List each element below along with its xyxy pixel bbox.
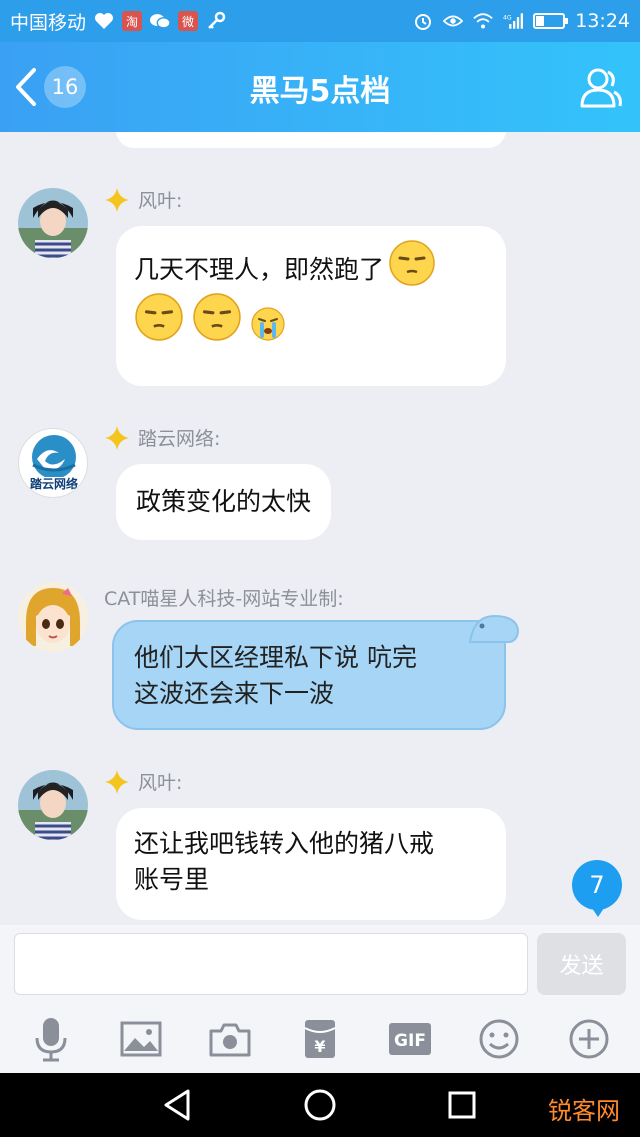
avatar[interactable] [18, 582, 88, 652]
smug-face-emoji-icon [193, 293, 241, 341]
message-input[interactable] [14, 933, 528, 995]
sender-row: CAT喵星人科技-网站专业制: [104, 584, 344, 611]
red-packet-icon[interactable]: ¥ [296, 1015, 344, 1063]
avatar[interactable] [18, 188, 88, 258]
message-bubble[interactable]: 还让我吧钱转入他的猪八戒 账号里 [116, 808, 506, 920]
message-bubble[interactable]: 政策变化的太快 [116, 464, 332, 540]
wechat-icon [150, 11, 171, 31]
smug-face-emoji-icon [135, 293, 183, 341]
app-notification-icon: 微 [178, 11, 199, 31]
image-icon[interactable] [117, 1015, 165, 1063]
system-nav-bar: 锐客网 [0, 1073, 640, 1137]
message-text-line: 账号里 [134, 865, 210, 894]
input-panel: 发送 ¥ GIF [0, 925, 640, 1073]
gif-icon[interactable]: GIF [386, 1015, 434, 1063]
signal-icon: 4G [503, 11, 524, 31]
group-members-icon [580, 68, 622, 108]
nav-back-icon[interactable] [160, 1087, 196, 1123]
sender-name: 风叶: [138, 772, 183, 794]
plus-icon[interactable] [565, 1015, 613, 1063]
message-text: 政策变化的太快 [136, 487, 312, 516]
smug-face-emoji-icon [389, 240, 435, 286]
carrier-label: 中国移动 [10, 11, 87, 34]
emoji-icon[interactable] [475, 1015, 523, 1063]
message-text-line: 他们大区经理私下说 吭完 [134, 643, 417, 672]
sender-row: 踏云网络: [104, 424, 220, 451]
message-bubble[interactable]: 几天不理人，即然跑了 [116, 226, 506, 386]
heart-pulse-icon [94, 11, 114, 31]
message-text-line: 还让我吧钱转入他的猪八戒 [134, 829, 435, 858]
avatar[interactable]: 踏云网络 [18, 428, 88, 498]
network-type-label: 4G [503, 14, 512, 21]
message-text-line: 这波还会来下一波 [134, 679, 335, 708]
red-packet-symbol: ¥ [314, 1037, 325, 1056]
new-messages-badge[interactable]: 7 [572, 860, 622, 917]
page-title: 黑马5点档 [249, 74, 391, 109]
sender-name: 风叶: [138, 190, 183, 212]
key-icon [206, 11, 226, 31]
eye-icon [443, 11, 464, 31]
alarm-icon [413, 11, 433, 31]
battery-icon [533, 13, 569, 29]
sender-name: CAT喵星人科技-网站专业制: [104, 588, 344, 610]
status-bar: 中国移动 淘 微 4G 13:24 [0, 0, 640, 42]
mic-icon[interactable] [27, 1015, 75, 1063]
bubble-cat-ear-icon [468, 614, 520, 643]
watermark-logo: 锐客网 [548, 1097, 620, 1125]
chat-header: 16 黑马5点档 [0, 42, 640, 132]
star-badge-icon [105, 425, 129, 450]
star-badge-icon [105, 187, 129, 212]
gif-label: GIF [394, 1031, 426, 1051]
taobao-icon: 淘 [122, 11, 143, 31]
send-button[interactable]: 发送 [537, 933, 626, 995]
message-text: 几天不理人，即然跑了 [134, 255, 385, 284]
clock-time: 13:24 [575, 10, 630, 32]
nav-home-icon[interactable] [302, 1087, 338, 1123]
chat-message-list[interactable]: 风叶: 几天不理人，即然跑了 踏云网络 踏云网络: 政策变化的太快 CAT喵星人… [0, 132, 640, 925]
toolbar: ¥ GIF [0, 1011, 640, 1067]
wifi-icon [473, 11, 493, 31]
previous-message-bubble[interactable] [116, 132, 506, 148]
sender-row: 风叶: [104, 186, 182, 213]
crying-face-emoji-icon [251, 307, 285, 341]
sender-name: 踏云网络: [138, 428, 221, 450]
avatar-logo-text: 踏云网络 [30, 476, 78, 491]
avatar[interactable] [18, 770, 88, 840]
message-bubble[interactable]: 他们大区经理私下说 吭完 这波还会来下一波 [112, 620, 506, 730]
camera-icon[interactable] [206, 1015, 254, 1063]
star-badge-icon [105, 769, 129, 794]
group-members-button[interactable] [576, 64, 624, 112]
sender-row: 风叶: [104, 768, 182, 795]
nav-recents-icon[interactable] [444, 1087, 480, 1123]
